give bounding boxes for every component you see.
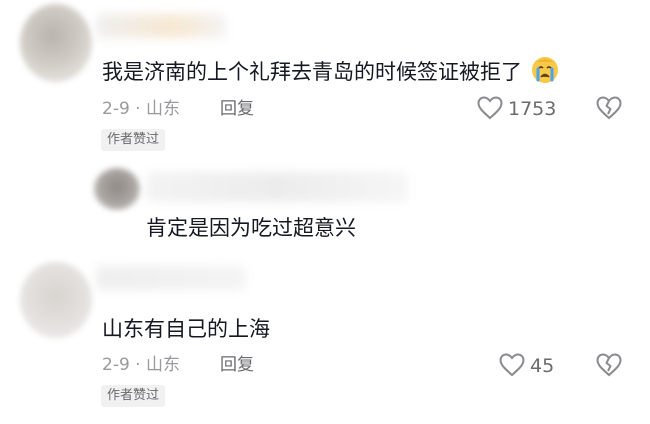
date-location: 2-9 · 山东 xyxy=(102,99,180,119)
date-location: 2-9 · 山东 xyxy=(102,355,180,375)
comment-text: 我是济南的上个礼拜去青岛的时候签证被拒了 xyxy=(102,56,559,86)
dislike-broken-heart-icon[interactable] xyxy=(596,96,622,120)
reply-button[interactable]: 回复 xyxy=(220,98,254,120)
like-count: 45 xyxy=(530,355,555,377)
username-blurred[interactable] xyxy=(96,14,226,38)
like-heart-icon[interactable] xyxy=(499,353,525,377)
username-blurred[interactable] xyxy=(96,266,246,290)
dislike-broken-heart-icon[interactable] xyxy=(596,353,622,377)
reply-username-blurred[interactable] xyxy=(146,172,408,202)
crying-face-icon xyxy=(531,56,559,84)
comment-text-content: 我是济南的上个礼拜去青岛的时候签证被拒了 xyxy=(102,60,522,84)
avatar[interactable] xyxy=(20,4,92,82)
like-heart-icon[interactable] xyxy=(477,96,503,120)
author-liked-badge: 作者赞过 xyxy=(101,385,166,407)
avatar[interactable] xyxy=(20,262,92,338)
reply-avatar[interactable] xyxy=(94,168,140,210)
like-count: 1753 xyxy=(508,98,557,120)
reply-text: 肯定是因为吃过超意兴 xyxy=(146,216,356,240)
author-liked-badge: 作者赞过 xyxy=(101,129,166,151)
reply-button[interactable]: 回复 xyxy=(220,354,254,376)
comment-text: 山东有自己的上海 xyxy=(102,317,270,341)
